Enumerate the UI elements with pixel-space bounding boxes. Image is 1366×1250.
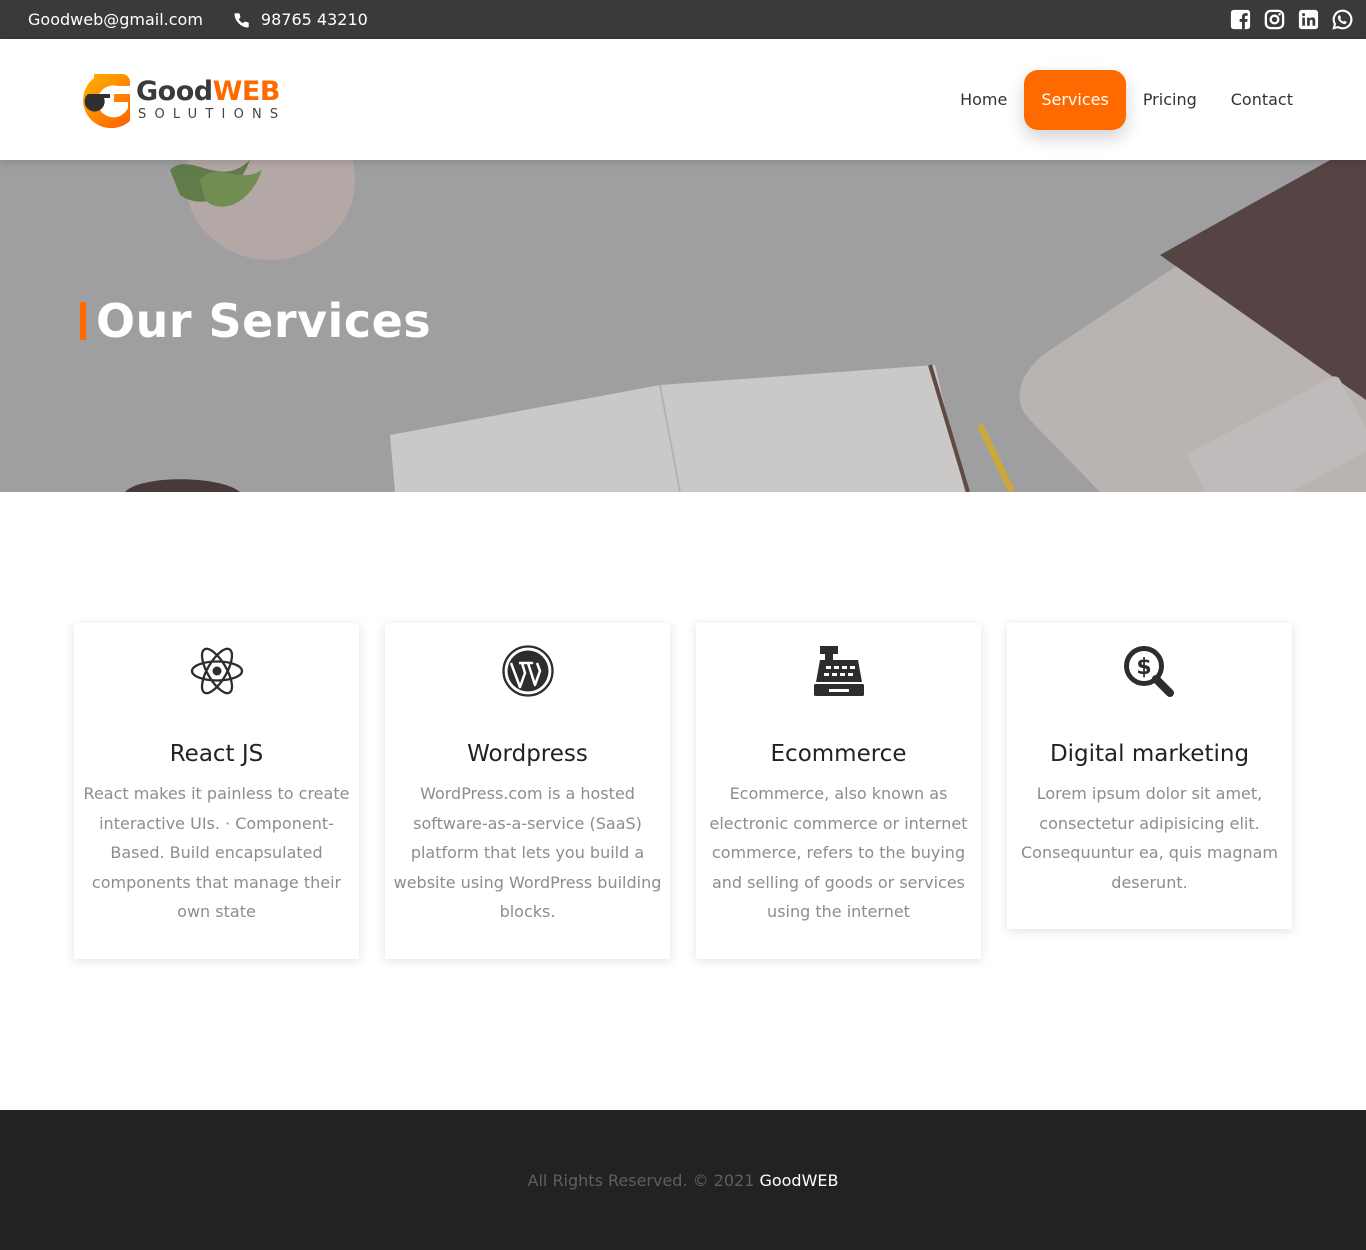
hero-accent-bar bbox=[80, 302, 86, 340]
logo-word-web: WEB bbox=[212, 76, 281, 107]
hero-banner: Our Services bbox=[0, 160, 1366, 492]
service-title: React JS bbox=[169, 741, 264, 767]
search-dollar-icon: $ bbox=[1009, 643, 1290, 699]
wordpress-icon bbox=[387, 643, 668, 699]
phone-link[interactable]: 98765 43210 bbox=[233, 10, 368, 29]
nav-pricing[interactable]: Pricing bbox=[1126, 70, 1214, 130]
whatsapp-icon[interactable] bbox=[1331, 8, 1354, 31]
service-description: React makes it painless to create intera… bbox=[83, 784, 350, 921]
logo[interactable]: GoodWEB SOLUTIONS bbox=[72, 72, 286, 128]
main-navbar: GoodWEB SOLUTIONS Home Services Pricing … bbox=[0, 39, 1366, 160]
svg-text:$: $ bbox=[1136, 655, 1151, 680]
services-grid: React JS React makes it painless to crea… bbox=[0, 623, 1366, 959]
topbar: Goodweb@gmail.com 98765 43210 bbox=[0, 0, 1366, 39]
footer-copyright: All Rights Reserved. © 2021 bbox=[527, 1170, 755, 1190]
linkedin-icon[interactable] bbox=[1297, 8, 1320, 31]
service-title: Digital marketing bbox=[1049, 741, 1250, 767]
phone-number: 98765 43210 bbox=[260, 10, 368, 29]
service-card-digital-marketing[interactable]: $ Digital marketing Lorem ipsum dolor si… bbox=[1007, 623, 1292, 929]
page-title: Our Services bbox=[96, 294, 432, 348]
logo-tagline: SOLUTIONS bbox=[138, 107, 287, 122]
service-card-ecommerce[interactable]: Ecommerce Ecommerce, also known as elect… bbox=[696, 623, 981, 959]
service-title: Ecommerce bbox=[770, 741, 907, 767]
service-title: Wordpress bbox=[467, 741, 588, 767]
service-description: Ecommerce, also known as electronic comm… bbox=[709, 784, 968, 921]
service-card-react[interactable]: React JS React makes it painless to crea… bbox=[74, 623, 359, 959]
instagram-icon[interactable] bbox=[1263, 8, 1286, 31]
nav-contact[interactable]: Contact bbox=[1214, 70, 1310, 130]
cash-register-icon bbox=[698, 643, 979, 699]
nav-services[interactable]: Services bbox=[1024, 69, 1126, 130]
phone-icon bbox=[233, 11, 251, 29]
footer: All Rights Reserved. © 2021 GoodWEB bbox=[0, 1110, 1366, 1250]
contact-info: Goodweb@gmail.com 98765 43210 bbox=[28, 10, 368, 29]
service-card-wordpress[interactable]: Wordpress WordPress.com is a hosted soft… bbox=[385, 623, 670, 959]
main-nav: Home Services Pricing Contact bbox=[943, 69, 1310, 130]
react-atom-icon bbox=[76, 643, 357, 699]
logo-word-good: Good bbox=[136, 76, 213, 107]
social-links bbox=[1229, 8, 1354, 31]
facebook-icon[interactable] bbox=[1229, 8, 1252, 31]
nav-home[interactable]: Home bbox=[943, 70, 1024, 130]
logo-mark-icon bbox=[72, 72, 130, 128]
service-description: Lorem ipsum dolor sit amet, consectetur … bbox=[1021, 784, 1278, 892]
service-description: WordPress.com is a hosted software-as-a-… bbox=[393, 784, 662, 921]
email-link[interactable]: Goodweb@gmail.com bbox=[28, 10, 203, 29]
footer-brand-link[interactable]: GoodWEB bbox=[759, 1171, 838, 1190]
